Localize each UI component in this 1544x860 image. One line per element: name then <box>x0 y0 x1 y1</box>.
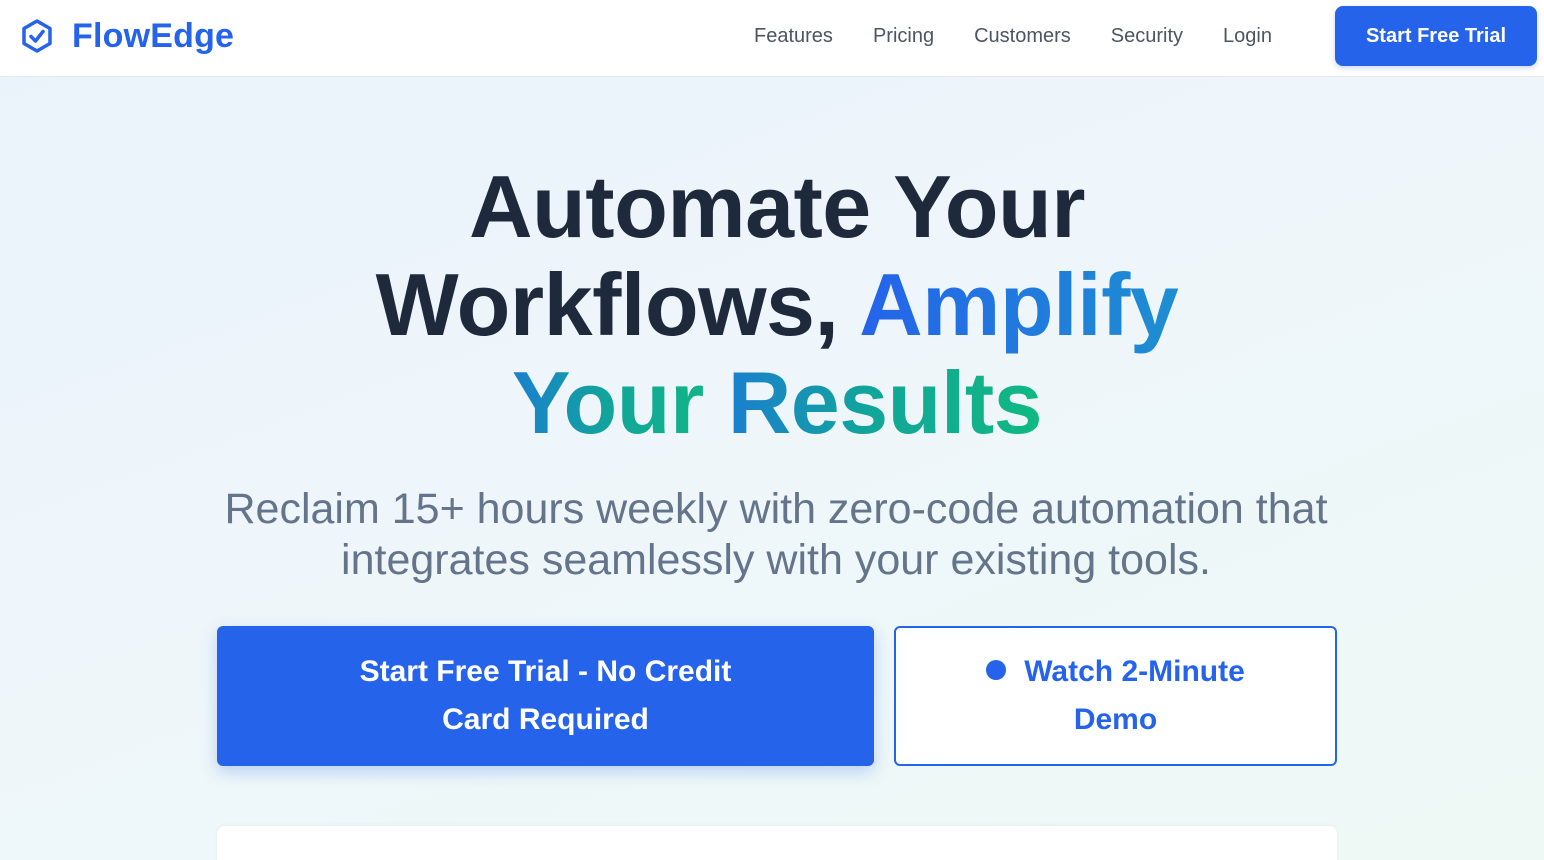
hero-title-highlight-amplify: Amplify <box>859 255 1179 354</box>
primary-cta-button[interactable]: Start Free Trial - No Credit Card Requir… <box>217 626 874 766</box>
watch-demo-label: Watch 2-Minute Demo <box>1024 655 1245 736</box>
brand-name: FlowEdge <box>72 16 235 55</box>
nav-link-security[interactable]: Security <box>1111 25 1183 48</box>
hero-subtitle: Reclaim 15+ hours weekly with zero-code … <box>224 485 1328 584</box>
hexagon-check-icon <box>22 19 52 53</box>
primary-cta-label: Start Free Trial - No Credit Card Requir… <box>359 655 732 736</box>
watch-demo-button[interactable]: Watch 2-Minute Demo <box>894 626 1337 766</box>
play-dot-icon <box>986 660 1007 681</box>
nav-link-login[interactable]: Login <box>1223 25 1272 48</box>
nav-link-features[interactable]: Features <box>754 25 833 48</box>
top-navbar: FlowEdge Features Pricing Customers Secu… <box>0 0 1544 77</box>
nav-link-customers[interactable]: Customers <box>974 25 1071 48</box>
hero-title-highlight-your: Your <box>511 353 728 452</box>
nav-start-trial-button[interactable]: Start Free Trial <box>1335 6 1537 66</box>
content-card <box>217 826 1337 860</box>
hero-title-highlight-results: Results <box>727 353 1043 452</box>
hero-title: Automate Your Workflows, Amplify Your Res… <box>272 158 1282 452</box>
brand-logo-link[interactable]: FlowEdge <box>20 15 234 57</box>
nav-link-pricing[interactable]: Pricing <box>873 25 934 48</box>
main-nav: Features Pricing Customers Security Logi… <box>754 0 1312 72</box>
